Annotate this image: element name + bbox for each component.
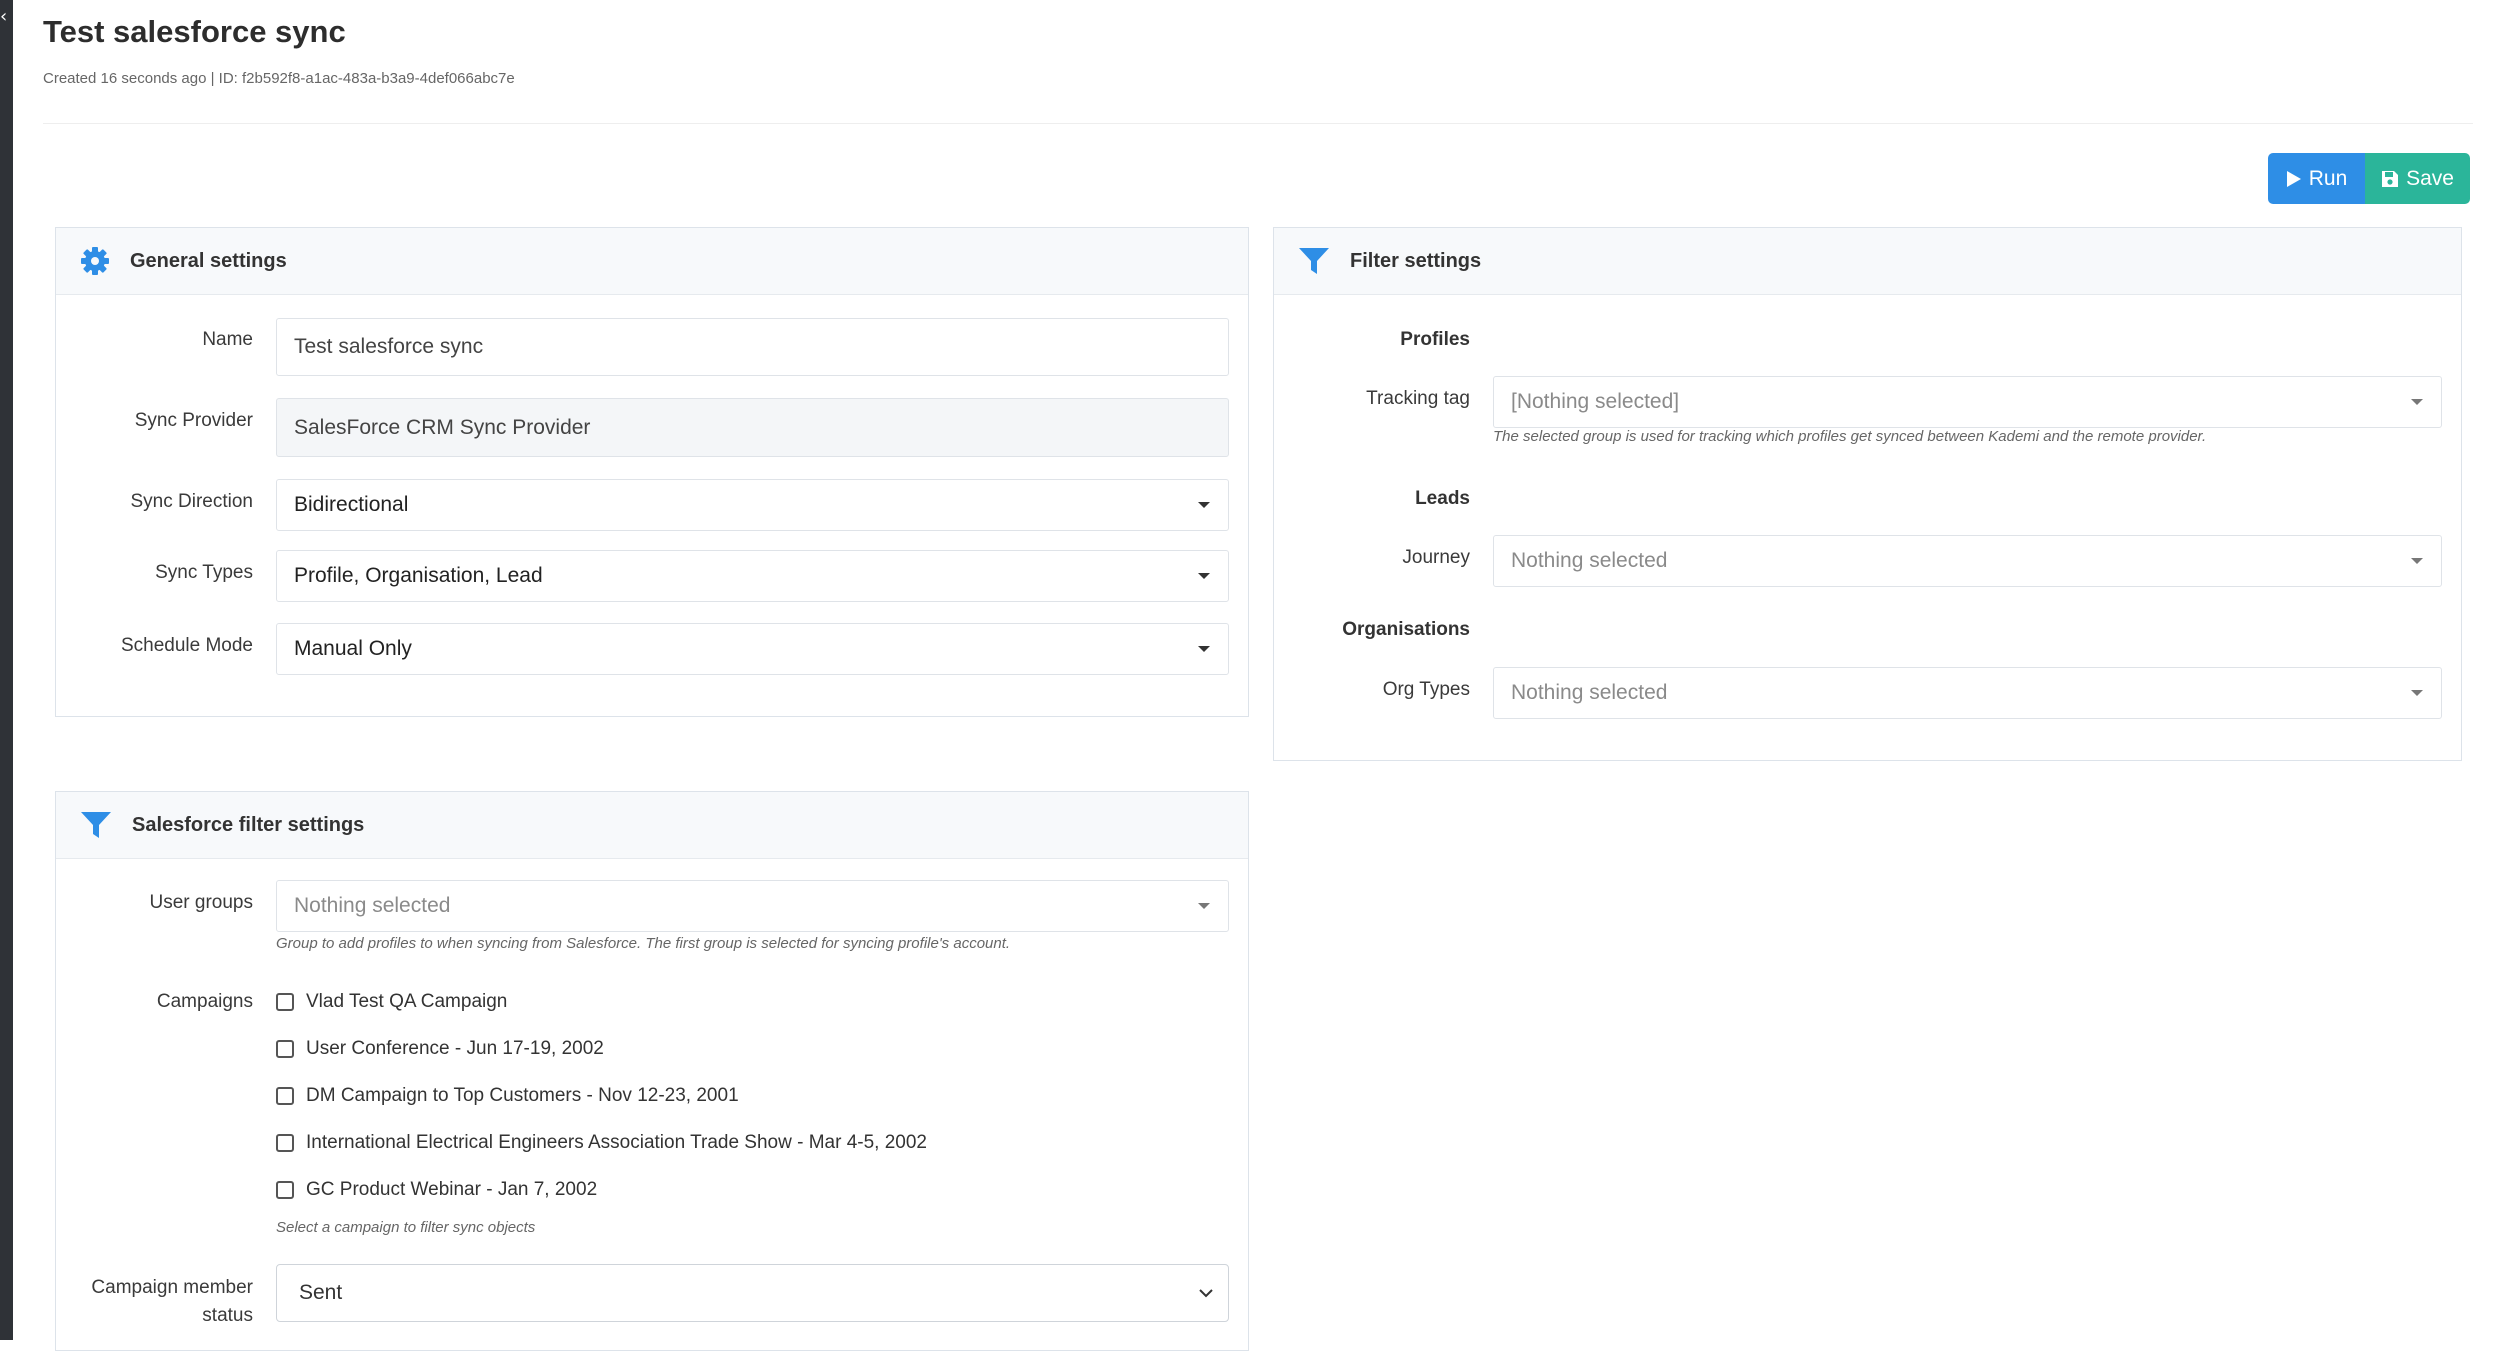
caret-down-icon [2411,558,2423,564]
sync-direction-select[interactable]: Bidirectional [276,479,1229,531]
divider [43,123,2473,124]
campaign-member-status-label-line2: status [202,1305,253,1326]
user-groups-label: User groups [149,892,254,913]
general-settings-title: General settings [130,249,287,272]
name-input-value: Test salesforce sync [294,335,484,358]
tracking-tag-select[interactable]: [Nothing selected] [1493,376,2442,428]
caret-down-icon [1198,573,1210,579]
campaign-member-status-label: Campaign member status [56,1274,253,1330]
campaign-option[interactable]: Vlad Test QA Campaign [276,991,507,1013]
campaign-option-label: DM Campaign to Top Customers - Nov 12-23… [306,1085,739,1106]
org-types-value: Nothing selected [1511,681,1668,704]
sync-provider-value: SalesForce CRM Sync Provider [294,415,591,439]
user-groups-help: Group to add profiles to when syncing fr… [276,935,1011,952]
caret-down-icon [2411,399,2423,405]
chevron-down-icon [1199,1289,1213,1298]
sync-direction-label: Sync Direction [130,491,254,512]
campaign-checkbox[interactable] [276,1181,294,1199]
gear-icon [81,247,109,275]
general-settings-panel: General settings Name Test salesforce sy… [55,227,1249,717]
campaign-option-label: International Electrical Engineers Assoc… [306,1132,927,1153]
salesforce-filter-panel: Salesforce filter settings User groups N… [55,791,1249,1351]
campaign-option[interactable]: DM Campaign to Top Customers - Nov 12-23… [276,1085,739,1107]
campaign-option-label: GC Product Webinar - Jan 7, 2002 [306,1179,598,1200]
campaign-option-label: Vlad Test QA Campaign [306,991,508,1012]
save-button[interactable]: Save [2365,153,2470,204]
caret-down-icon [1198,646,1210,652]
filter-settings-title: Filter settings [1350,249,1482,272]
campaign-member-status-label-line1: Campaign member [91,1277,253,1298]
save-button-label: Save [2406,166,2454,190]
filter-settings-header: Filter settings [1274,228,2461,295]
schedule-mode-label: Schedule Mode [120,635,253,656]
campaign-member-status-select[interactable]: Sent [276,1264,1229,1322]
campaigns-help: Select a campaign to filter sync objects [276,1219,536,1236]
salesforce-filter-header: Salesforce filter settings [56,792,1248,859]
filter-icon [1299,248,1329,274]
sidebar-strip: ‹ [0,0,13,1340]
schedule-mode-select[interactable]: Manual Only [276,623,1229,675]
sync-types-value: Profile, Organisation, Lead [294,564,543,587]
general-settings-header: General settings [56,228,1248,295]
org-types-label: Org Types [1382,679,1470,700]
profiles-heading: Profiles [1400,329,1470,350]
caret-down-icon [2411,690,2423,696]
organisations-heading: Organisations [1342,619,1470,640]
sidebar-collapse-icon[interactable]: ‹ [0,6,7,27]
tracking-tag-help: The selected group is used for tracking … [1493,428,2207,445]
campaign-member-status-value: Sent [299,1281,343,1304]
sync-direction-value: Bidirectional [294,493,409,516]
journey-select[interactable]: Nothing selected [1493,535,2442,587]
campaigns-label: Campaigns [156,991,253,1012]
user-groups-value: Nothing selected [294,894,451,917]
floppy-disk-icon [2382,170,2399,187]
tracking-tag-value: [Nothing selected] [1511,390,1680,413]
campaign-option-label: User Conference - Jun 17-19, 2002 [306,1038,604,1059]
sync-types-select[interactable]: Profile, Organisation, Lead [276,550,1229,602]
filter-icon [81,812,111,838]
play-icon [2286,170,2301,187]
page-meta: Created 16 seconds ago | ID: f2b592f8-a1… [43,70,515,87]
org-types-select[interactable]: Nothing selected [1493,667,2442,719]
run-button[interactable]: Run [2268,153,2365,204]
page-title: Test salesforce sync [43,14,346,49]
caret-down-icon [1198,903,1210,909]
salesforce-filter-title: Salesforce filter settings [132,813,365,836]
tracking-tag-label: Tracking tag [1366,388,1470,409]
leads-heading: Leads [1415,488,1470,509]
journey-label: Journey [1402,547,1470,568]
campaign-checkbox[interactable] [276,1040,294,1058]
campaign-checkbox[interactable] [276,1087,294,1105]
sync-provider-label: Sync Provider [134,410,253,431]
campaign-option[interactable]: GC Product Webinar - Jan 7, 2002 [276,1179,597,1201]
name-label: Name [202,329,253,350]
action-buttons: Run Save [2268,153,2470,204]
journey-value: Nothing selected [1511,549,1668,572]
campaign-checkbox[interactable] [276,993,294,1011]
name-input[interactable]: Test salesforce sync [276,318,1229,376]
filter-settings-panel: Filter settings Profiles Tracking tag [N… [1273,227,2462,761]
schedule-mode-value: Manual Only [294,637,412,660]
campaign-checkbox[interactable] [276,1134,294,1152]
sync-provider-field: SalesForce CRM Sync Provider [276,398,1229,457]
user-groups-select[interactable]: Nothing selected [276,880,1229,932]
campaign-option[interactable]: User Conference - Jun 17-19, 2002 [276,1038,604,1060]
sync-types-label: Sync Types [155,562,253,583]
caret-down-icon [1198,502,1210,508]
campaign-option[interactable]: International Electrical Engineers Assoc… [276,1132,927,1154]
run-button-label: Run [2308,166,2348,190]
